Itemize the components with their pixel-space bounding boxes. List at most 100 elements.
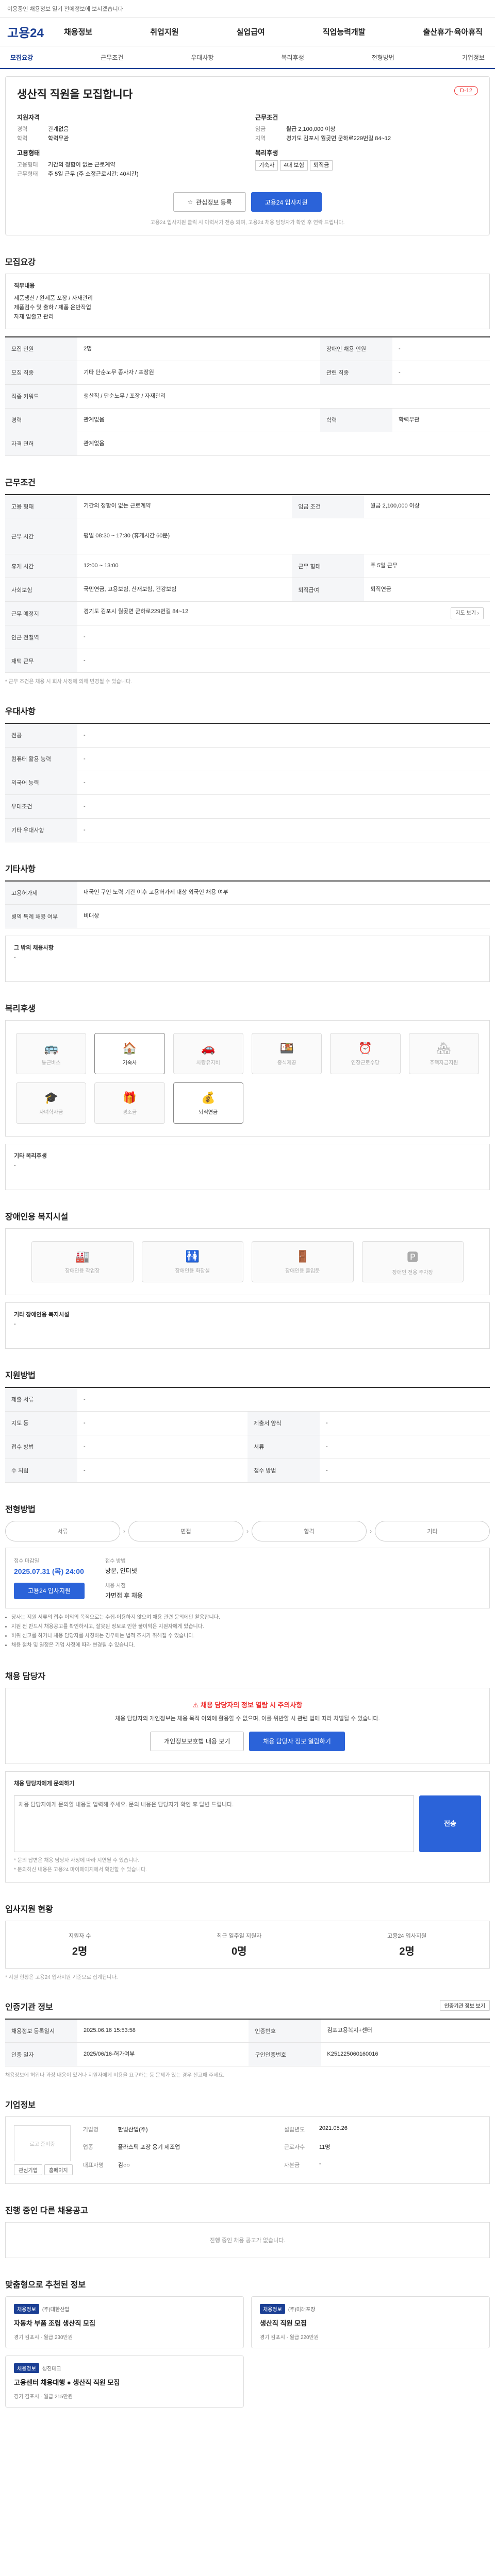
table-row: 직종 키워드 생산직 / 단순노무 / 포장 / 자재관리 [5,384,490,409]
others-empty: 진행 중인 채용 공고가 없습니다. [5,2222,490,2258]
table-row: 인근 전철역 - [5,625,490,649]
nav-item-leave[interactable]: 출산휴가·육아휴직 [423,26,483,37]
table-row: 인증 일자 2025/06/16-허가여부 구인인증번호 K2512250601600… [5,2042,490,2066]
nav-item-jobs[interactable]: 채용정보 [64,26,92,37]
welfare-item: 🚗 차량유지비 [173,1033,243,1074]
homepage-button[interactable]: 홈페이지 [44,2164,73,2175]
workplace-icon: 🏭 [75,1249,90,1263]
table-row: 경력 관계없음 학력 학력무관 [5,408,490,432]
meal-icon: 🍱 [279,1041,294,1055]
privacy-law-button[interactable]: 개인정보보호법 내용 보기 [150,1731,244,1751]
disabled-facility-item: 🚪 장애인용 출입문 [252,1241,354,1282]
table-row: 모집 직종 기타 단순노무 종사자 / 포장원 관련 직종 - [5,361,490,385]
interest-company-button[interactable]: 관심기업 [14,2164,42,2175]
other-recruit-box: 그 밖의 채용사항 - [5,936,490,982]
welfare-item: 🍱 중식제공 [251,1033,322,1074]
top-notice-bar: 이용중인 채용정보 열기 전에정보에 보시겠습니다 [0,0,495,18]
apply-button[interactable]: 고용24 입사지원 [251,192,322,212]
process-step: 합격 [252,1520,367,1541]
section-title-disabled: 장애인용 복지시설 [5,1213,69,1222]
section-title-recruit: 모집요강 [5,258,36,267]
table-row: 우대조건 - [5,794,490,819]
agency-table: 채용정보 등록일시 2025.06.16 15:53:58 인증번호 김포고용복지+센… [5,2018,490,2066]
welfare-tag: 퇴직금 [309,160,333,171]
disabled-facility-item: 🏭 장애인용 작업장 [31,1241,134,1282]
table-row: 고용 형태 기간의 정함이 없는 근로계약 임금 조건 월급 2,100,000 이상 [5,494,490,518]
qa-send-button[interactable]: 전송 [419,1795,481,1852]
job-desc-box: 직무내용 제품생산 / 완제품 포장 / 자재관리 제품검수 및 출하 / 제품… [5,274,490,329]
stat-item: 고용24 입사지원 2명 [387,1933,427,1957]
qa-box: 채용 담당자에게 문의하기 전송 * 문의 답변은 채용 담당자 사정에 따라 … [5,1771,490,1883]
table-row: 사회보험 국민연금, 고용보험, 산재보험, 건강보험 퇴직급여 퇴직연금 [5,578,490,602]
door-icon: 🚪 [295,1249,310,1263]
apply-stats: 지원자 수 2명 최근 일주일 지원자 0명 고용24 입사지원 2명 [5,1920,490,1969]
summary-cond: 근무조건 임금 월급 2,100,000 이상 지역 경기도 김포시 월곶면 군하로… [255,114,391,142]
arrow-right-icon: › [246,1527,249,1535]
post-summary-card: D-12 생산직 직원을 모집합니다 지원자격 경력 관계없음 학력 학력무관 근무… [5,76,490,235]
welfare-item: 💰 퇴직연금 [173,1082,243,1124]
summary-qualify: 지원자격 경력 관계없음 학력 학력무관 [17,114,69,142]
section-title-contact: 채용 담당자 [5,1672,46,1681]
recommend-card[interactable]: 채용정보 성진테크 고용센터 채용대행 ● 생산직 직원 모집 경기 김포시 · … [5,2355,244,2408]
section-title-recommend: 맞춤형으로 추천된 정보 [5,2281,86,2290]
job-desc-line: 제품검수 및 출하 / 제품 운반작업 [14,304,91,311]
qa-input[interactable] [14,1795,414,1852]
view-contact-button[interactable]: 채용 담당자 정보 열람하기 [249,1731,345,1751]
nav-item-benefits[interactable]: 실업급여 [236,26,265,37]
support-table: 제출 서류 - 지도 등 - 제출서 양식 - 접수 방법 - 서류 - 수 처럼 - 접수 방법… [5,1387,490,1483]
table-row: 자격 면허 관계없음 [5,432,490,456]
agency-info-button[interactable]: 인증기관 정보 보기 [439,1999,490,2011]
job-desc-line: 제품생산 / 완제품 포장 / 자재관리 [14,295,93,301]
tab-recruit[interactable]: 모집요강 [10,53,33,62]
table-row: 근무 예정지 경기도 김포시 월곶면 군하로229번길 84~12 지도 보기 › [5,601,490,625]
tab-company[interactable]: 기업정보 [462,53,485,62]
welfare-item: 🚌 통근버스 [16,1033,87,1074]
post-title: 생산직 직원을 모집합니다 [17,89,133,100]
map-button[interactable]: 지도 보기 › [451,607,484,619]
job-desc-line: 자재 입출고 관리 [14,314,54,320]
process-notes: 당사는 지원 서류의 접수 이외의 목적으로는 수집·이용하지 않으며 채용 관… [5,1614,490,1650]
other-welfare-box: 기타 복리후생 - [5,1144,490,1190]
section-title-welfare: 복리후생 [5,1005,36,1013]
table-row: 제출 서류 - [5,1387,490,1412]
table-row: 재택 근무 - [5,649,490,673]
tab-work[interactable]: 근무조건 [101,53,123,62]
site-header: 고용24 채용정보 취업지원 실업급여 직업능력개발 출산휴가·육아휴직 [0,18,495,46]
recommend-card[interactable]: 채용정보 (주)미래포장 생산직 직원 모집 경기 김포시 · 월급 220만원 [251,2296,490,2348]
table-row: 기타 우대사항 - [5,818,490,842]
section-tabs: 모집요강 근무조건 우대사항 복리후생 전형방법 기업정보 [0,46,495,69]
section-title-process: 전형방법 [5,1505,36,1514]
nav-item-training[interactable]: 직업능력개발 [323,26,366,37]
tab-process[interactable]: 전형방법 [372,53,394,62]
extra-table: 고용허가제 내국인 구인 노력 기간 이후 고용허가제 대상 외국인 채용 여부 … [5,880,490,928]
company-logo: 로고 준비중 [14,2125,71,2161]
company-box: 로고 준비중 관심기업 홈페이지 기업명 한빛산업(주) 설립년도 2021.05.… [5,2116,490,2184]
site-logo[interactable]: 고용24 [7,23,64,41]
alert-icon: ⚠ [192,1701,199,1709]
recommend-card[interactable]: 채용정보 (주)대한산업 자동차 부품 조립 생산직 모집 경기 김포시 · 월급… [5,2296,244,2348]
welfare-item: 🎓 자녀학자금 [16,1082,87,1124]
work-table: 고용 형태 기간의 정함이 없는 근로계약 임금 조건 월급 2,100,000 이상… [5,494,490,673]
arrow-right-icon: › [123,1527,125,1535]
section-title-agency: 인증기관 정보 인증기관 정보 보기 [5,1999,490,2012]
summary-form: 고용형태 고용형태 기간의 정함이 없는 근로계약 근무형태 주 5일 근무 (주 … [17,149,139,177]
table-row: 외국어 능력 - [5,771,490,795]
overtime-icon: ⏰ [358,1041,373,1055]
school-icon: 🎓 [44,1091,58,1104]
apply-button-2[interactable]: 고용24 입사지원 [14,1582,85,1599]
welfare-tag: 4대 보험 [280,160,308,171]
section-title-pref: 우대사항 [5,707,36,716]
table-row: 접수 방법 - 서류 - [5,1435,490,1459]
arrow-right-icon: › [370,1527,372,1535]
welfare-item: ⏰ 연장근로수당 [330,1033,401,1074]
section-title-company: 기업정보 [5,2101,36,2110]
deadline-value: 2025.07.31 (목) 24:00 [14,1567,84,1575]
star-icon: ☆ [187,198,193,206]
disabled-panel: 🏭 장애인용 작업장 🚻 장애인용 화장실 🚪 장애인용 출입문 🅿 장애인 전용 주차… [5,1228,490,1295]
nav-item-support[interactable]: 취업지원 [150,26,178,37]
tab-pref[interactable]: 우대사항 [191,53,213,62]
save-interest-button[interactable]: ☆ 관심정보 등록 [173,192,246,212]
tab-welfare[interactable]: 복리후생 [281,53,304,62]
table-row: 채용정보 등록일시 2025.06.16 15:53:58 인증번호 김포고용복지+센… [5,2019,490,2043]
apply-info-box: 접수 마감일 2025.07.31 (목) 24:00 고용24 입사지원 접수… [5,1547,490,1608]
